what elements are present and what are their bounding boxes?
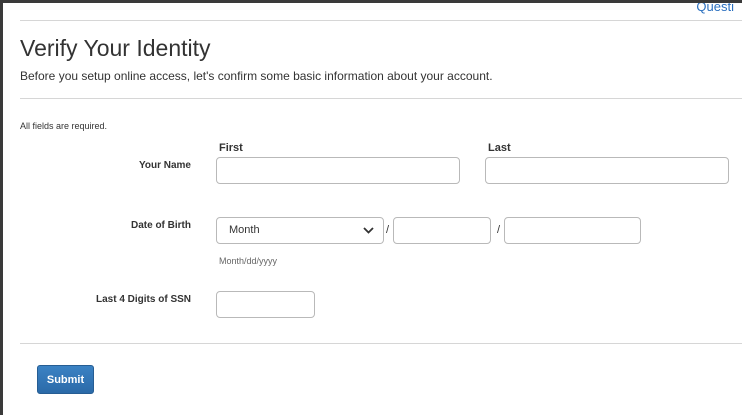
last-name-heading: Last [488,142,511,154]
day-input[interactable] [393,217,491,244]
required-note: All fields are required. [20,121,108,131]
month-select[interactable]: Month [216,217,384,244]
ssn-input[interactable] [216,291,315,318]
ssn-label: Last 4 Digits of SSN [95,294,191,305]
page-title: Verify Your Identity [20,35,211,61]
page-frame: Questi Verify Your Identity Before you s… [0,0,742,415]
header-divider [20,98,742,99]
first-name-heading: First [219,142,243,154]
date-format-hint: Month/dd/yyyy [219,256,278,266]
first-name-input[interactable] [216,157,460,184]
submit-button[interactable]: Submit [37,365,94,394]
date-separator: / [386,224,390,236]
top-divider [20,20,742,21]
year-input[interactable] [504,217,641,244]
questions-link[interactable]: Questi [696,3,734,14]
form-divider [20,343,742,344]
last-name-input[interactable] [485,157,729,184]
date-of-birth-label: Date of Birth [131,220,191,231]
month-select-value: Month [229,224,260,236]
your-name-label: Your Name [138,160,191,171]
chevron-down-icon [363,227,374,234]
page-subtitle: Before you setup online access, let's co… [20,69,493,83]
date-separator: / [497,224,501,236]
